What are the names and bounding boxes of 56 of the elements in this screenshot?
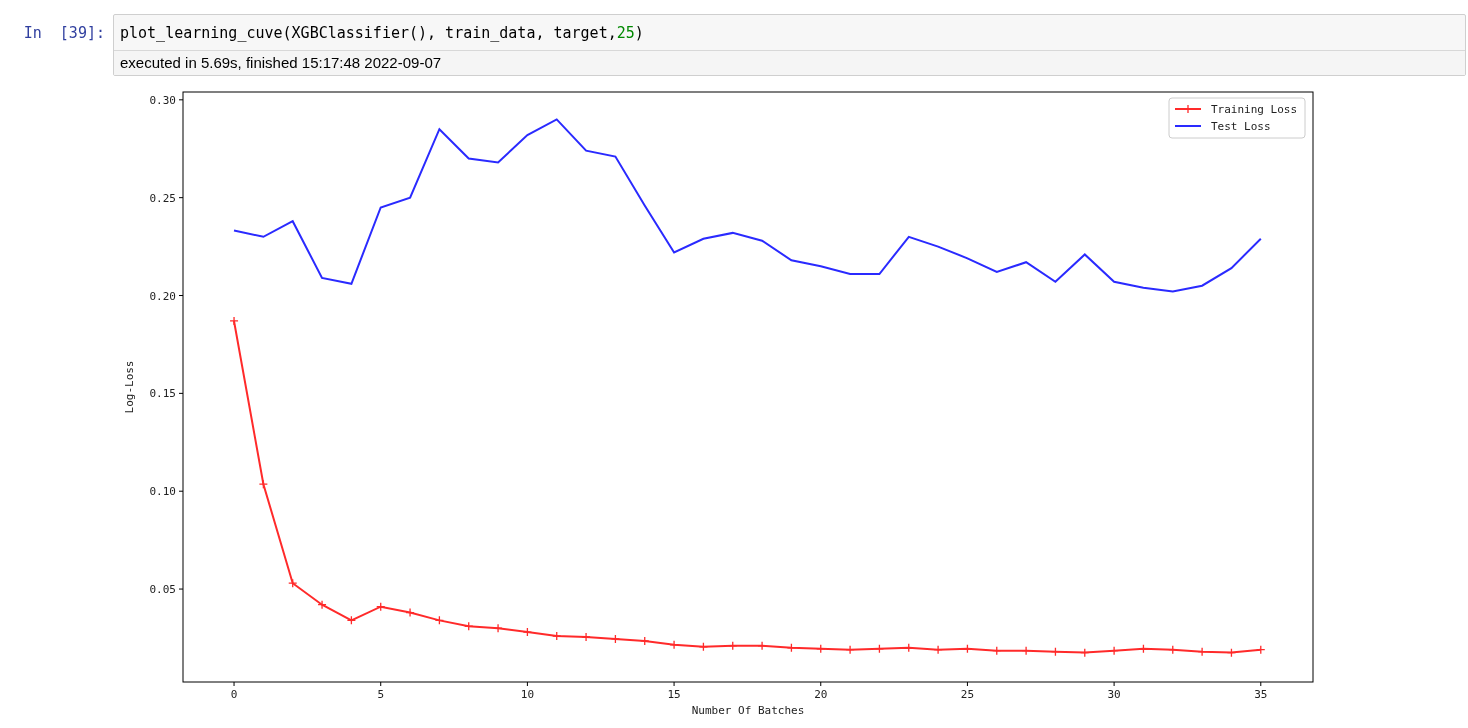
- legend-swatch-icon: [1174, 104, 1202, 114]
- data-point: [1080, 648, 1090, 658]
- data-point: [640, 636, 650, 646]
- data-point: [933, 645, 943, 655]
- data-point: [610, 634, 621, 644]
- data-point: [1168, 645, 1178, 655]
- data-point: [522, 627, 533, 637]
- data-point: [874, 644, 885, 654]
- tick-label: 0.25: [149, 191, 176, 205]
- data-point: [1050, 647, 1061, 657]
- data-point: [346, 615, 357, 625]
- tick-label: 0.30: [149, 93, 176, 107]
- x-axis-label: Number Of Batches: [691, 704, 805, 717]
- data-point: [1109, 646, 1119, 656]
- data-point: [669, 640, 679, 650]
- data-point: [464, 621, 474, 631]
- tick-label: 0.20: [149, 289, 176, 303]
- data-point: [904, 643, 914, 653]
- data-point: [434, 615, 445, 625]
- tick-label: 0: [230, 688, 238, 701]
- data-point: [786, 643, 797, 653]
- data-point: [1138, 644, 1149, 654]
- tick-label: 0.15: [149, 387, 176, 401]
- data-point: [757, 641, 767, 651]
- data-point: [728, 641, 738, 651]
- tick-label: 35: [1254, 688, 1268, 701]
- data-point: [1256, 645, 1266, 655]
- tick-label: 15: [667, 688, 681, 701]
- data-point: [493, 623, 503, 633]
- tick-label: 20: [814, 688, 828, 701]
- data-point: [552, 631, 562, 641]
- data-point: [1021, 646, 1031, 656]
- data-point: [698, 642, 709, 652]
- legend-label: Test Loss: [1211, 120, 1271, 133]
- data-point: [581, 632, 591, 642]
- data-point: [1197, 647, 1207, 657]
- legend-label: Training Loss: [1211, 103, 1298, 116]
- tick-label: 0.10: [149, 485, 176, 499]
- data-point: [376, 602, 386, 612]
- data-point: [845, 645, 855, 655]
- tick-label: 30: [1107, 688, 1121, 701]
- data-point: [992, 646, 1002, 656]
- data-point: [317, 600, 327, 610]
- tick-label: 5: [377, 688, 385, 701]
- data-point: [962, 644, 973, 654]
- data-point: [816, 644, 826, 654]
- input-prompt: In [39]:: [22, 24, 106, 42]
- data-point: [1226, 648, 1237, 658]
- tick-label: 25: [960, 688, 975, 701]
- data-point: [229, 316, 239, 326]
- data-point: [405, 607, 415, 618]
- tick-label: 10: [520, 688, 534, 701]
- tick-label: 0.05: [149, 583, 176, 597]
- data-point: [288, 578, 298, 588]
- y-axis-label: Log-Loss: [123, 360, 136, 414]
- data-point: [258, 479, 269, 489]
